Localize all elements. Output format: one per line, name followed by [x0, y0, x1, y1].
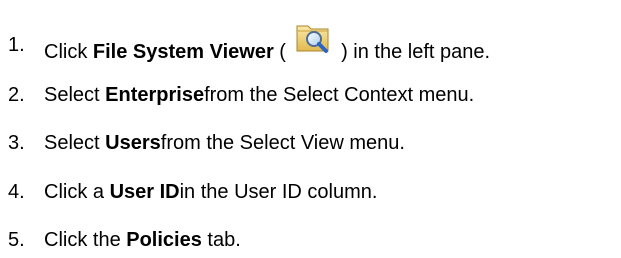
step-number: 4.	[8, 181, 25, 203]
step-suffix: tab.	[201, 229, 241, 251]
ui-term: Users	[105, 132, 161, 154]
step-prefix: Select	[44, 132, 106, 154]
step-number: 3.	[8, 132, 25, 154]
step-4: 4. Click a User IDin the User ID column.	[0, 177, 377, 207]
ui-term: Policies	[126, 229, 202, 251]
step-prefix: Click the	[44, 229, 127, 251]
step-text: Select Usersfrom the Select View menu.	[44, 131, 405, 155]
step-1: 1. Click File System Viewer () in the l…	[0, 25, 490, 63]
step-2: 2. Select Enterprisefrom the Select Cont…	[0, 80, 474, 110]
step-prefix: Click a	[44, 181, 110, 203]
folder-search-icon	[294, 18, 334, 56]
step-5: 5. Click the Policies tab.	[0, 225, 241, 255]
step-text: Click the Policies tab.	[44, 228, 241, 252]
step-text: Click File System Viewer () in the left…	[44, 25, 491, 64]
step-suffix: in the User ID column.	[179, 181, 378, 203]
step-suffix: from the Select View menu.	[160, 132, 405, 154]
step-text: Click a User IDin the User ID column.	[44, 180, 377, 204]
ui-term: File System Viewer	[92, 41, 274, 63]
step-prefix: Select	[44, 84, 106, 106]
step-text: Select Enterprisefrom the Select Context…	[44, 83, 474, 107]
step-number: 1.	[8, 34, 25, 56]
step-number: 2.	[8, 84, 25, 106]
step-middle: (	[273, 41, 292, 63]
step-prefix: Click	[44, 41, 93, 63]
step-suffix: ) in the left pane.	[335, 41, 491, 63]
step-suffix: from the Select Context menu.	[204, 84, 475, 106]
step-3: 3. Select Usersfrom the Select View menu…	[0, 128, 405, 158]
instruction-steps: 1. Click File System Viewer () in the l…	[0, 0, 621, 258]
ui-term: User ID	[109, 181, 180, 203]
ui-term: Enterprise	[105, 84, 205, 106]
step-number: 5.	[8, 229, 25, 251]
